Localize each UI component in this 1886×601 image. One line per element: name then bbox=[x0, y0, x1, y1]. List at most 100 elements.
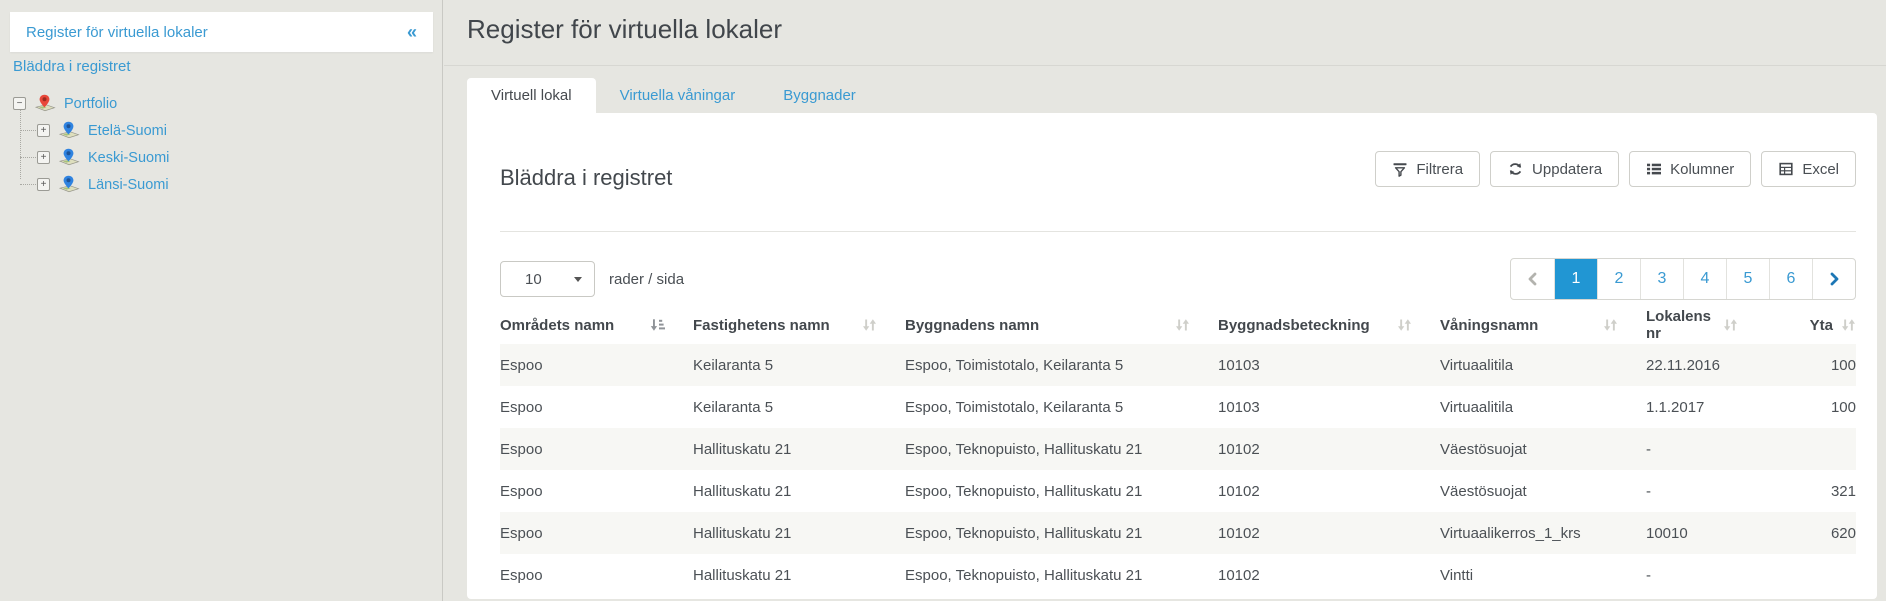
tab-virtuella-v-ningar[interactable]: Virtuella våningar bbox=[596, 78, 760, 113]
pagination-page-6[interactable]: 6 bbox=[1769, 259, 1812, 299]
tree-node-label[interactable]: Keski-Suomi bbox=[88, 150, 169, 166]
panel-head: Bläddra i registret FiltreraUppdateraKol… bbox=[500, 113, 1856, 191]
column-header-inner: Områdets namn bbox=[500, 317, 693, 334]
kolumner-button[interactable]: Kolumner bbox=[1629, 151, 1751, 187]
table-cell: Espoo, Toimistotalo, Keilaranta 5 bbox=[905, 344, 1218, 386]
table-cell: Keilaranta 5 bbox=[693, 386, 905, 428]
map-marker-blue-icon bbox=[57, 148, 81, 167]
tree-expander-plus[interactable]: + bbox=[37, 124, 50, 137]
table-cell: Hallituskatu 21 bbox=[693, 554, 905, 596]
controls-row: 10 rader / sida 123456 bbox=[500, 258, 1856, 300]
table-cell: 10102 bbox=[1218, 512, 1440, 554]
column-header-v-ningsnamn[interactable]: Våningsnamn bbox=[1440, 306, 1646, 344]
tab-virtuell-lokal[interactable]: Virtuell lokal bbox=[467, 78, 596, 113]
tab-bar: Virtuell lokalVirtuella våningarByggnade… bbox=[467, 78, 1886, 113]
column-header-label: Yta bbox=[1810, 317, 1833, 334]
sidebar-title: Register för virtuella lokaler bbox=[26, 24, 208, 41]
table-row[interactable]: EspooHallituskatu 21Espoo, Teknopuisto, … bbox=[500, 470, 1856, 512]
sidebar-header: Register för virtuella lokaler « bbox=[10, 12, 433, 52]
table-cell bbox=[1766, 428, 1856, 470]
column-header-omr-dets-namn[interactable]: Områdets namn bbox=[500, 306, 693, 344]
table-cell: Espoo bbox=[500, 512, 693, 554]
sort-both-icon bbox=[1723, 318, 1738, 332]
tab-byggnader[interactable]: Byggnader bbox=[759, 78, 880, 113]
sort-both-icon bbox=[862, 318, 877, 332]
table-cell: Virtuaalikerros_1_krs bbox=[1440, 512, 1646, 554]
column-header-label: Byggnadsbeteckning bbox=[1218, 317, 1370, 334]
pagination-page-5[interactable]: 5 bbox=[1726, 259, 1769, 299]
refresh-icon bbox=[1507, 161, 1524, 177]
column-header-label: Områdets namn bbox=[500, 317, 614, 334]
filtrera-button[interactable]: Filtrera bbox=[1375, 151, 1480, 187]
pagination-page-1[interactable]: 1 bbox=[1554, 259, 1597, 299]
tree-node-label[interactable]: Etelä-Suomi bbox=[88, 123, 167, 139]
table-row[interactable]: EspooHallituskatu 21Espoo, Teknopuisto, … bbox=[500, 428, 1856, 470]
map-marker-blue-icon bbox=[57, 175, 81, 194]
sort-both-icon bbox=[1603, 318, 1618, 332]
table-cell: Espoo bbox=[500, 386, 693, 428]
column-header-lokalens-nr[interactable]: Lokalens nr bbox=[1646, 306, 1766, 344]
button-label: Excel bbox=[1802, 161, 1839, 178]
pagination-prev-button[interactable] bbox=[1511, 259, 1554, 299]
column-header-fastighetens-namn[interactable]: Fastighetens namn bbox=[693, 306, 905, 344]
tree-node-keski-suomi: + Keski-Suomi bbox=[37, 144, 169, 171]
column-header-yta[interactable]: Yta bbox=[1766, 306, 1856, 344]
table-cell: 10103 bbox=[1218, 386, 1440, 428]
column-header-byggnadsbeteckning[interactable]: Byggnadsbeteckning bbox=[1218, 306, 1440, 344]
table-wrap: Områdets namn Fastighetens namn Byggnadens… bbox=[500, 306, 1856, 596]
rows-per-page-select[interactable]: 10 bbox=[500, 261, 595, 297]
tree-expander-plus[interactable]: + bbox=[37, 151, 50, 164]
table-row[interactable]: EspooKeilaranta 5Espoo, Toimistotalo, Ke… bbox=[500, 386, 1856, 428]
table-cell: 10102 bbox=[1218, 428, 1440, 470]
table-row[interactable]: EspooHallituskatu 21Espoo, Teknopuisto, … bbox=[500, 512, 1856, 554]
collapse-sidebar-icon[interactable]: « bbox=[407, 23, 417, 41]
tree-node-label[interactable]: Länsi-Suomi bbox=[88, 177, 169, 193]
browse-register-link[interactable]: Bläddra i registret bbox=[13, 58, 131, 75]
pagination-page-3[interactable]: 3 bbox=[1640, 259, 1683, 299]
tree-expander-minus[interactable]: − bbox=[13, 97, 26, 110]
column-header-inner: Våningsnamn bbox=[1440, 317, 1646, 334]
table-cell: Vintti bbox=[1440, 554, 1646, 596]
table-cell: Espoo, Teknopuisto, Hallituskatu 21 bbox=[905, 428, 1218, 470]
excel-button[interactable]: Excel bbox=[1761, 151, 1856, 187]
divider bbox=[500, 231, 1856, 232]
pagination-page-2[interactable]: 2 bbox=[1597, 259, 1640, 299]
table-cell: Espoo bbox=[500, 428, 693, 470]
excel-table-icon bbox=[1778, 161, 1794, 177]
table-cell: Virtuaalitila bbox=[1440, 344, 1646, 386]
page-title: Register för virtuella lokaler bbox=[467, 14, 1886, 45]
tree-expander-plus[interactable]: + bbox=[37, 178, 50, 191]
table-cell: Espoo, Teknopuisto, Hallituskatu 21 bbox=[905, 512, 1218, 554]
pagination-next-button[interactable] bbox=[1812, 259, 1855, 299]
table-cell: 10103 bbox=[1218, 344, 1440, 386]
pagination-page-4[interactable]: 4 bbox=[1683, 259, 1726, 299]
button-label: Uppdatera bbox=[1532, 161, 1602, 178]
table-cell: 10010 bbox=[1646, 512, 1766, 554]
navigation-tree: − Portfolio + Etelä-Suomi + Keski-Suomi + Län… bbox=[13, 90, 169, 198]
tree-node-l-nsi-suomi: + Länsi-Suomi bbox=[37, 171, 169, 198]
columns-list-icon bbox=[1646, 161, 1662, 177]
chevron-right-icon bbox=[1829, 272, 1840, 286]
column-header-inner: Lokalens nr bbox=[1646, 308, 1766, 342]
table-cell: 100 bbox=[1766, 386, 1856, 428]
column-header-label: Fastighetens namn bbox=[693, 317, 830, 334]
button-label: Filtrera bbox=[1416, 161, 1463, 178]
table-cell: Espoo, Teknopuisto, Hallituskatu 21 bbox=[905, 470, 1218, 512]
table-row[interactable]: EspooKeilaranta 5Espoo, Toimistotalo, Ke… bbox=[500, 344, 1856, 386]
table-cell: Hallituskatu 21 bbox=[693, 512, 905, 554]
table-head: Områdets namn Fastighetens namn Byggnadens… bbox=[500, 306, 1856, 344]
table-cell: Espoo, Teknopuisto, Hallituskatu 21 bbox=[905, 554, 1218, 596]
table-cell bbox=[1766, 554, 1856, 596]
uppdatera-button[interactable]: Uppdatera bbox=[1490, 151, 1619, 187]
table-cell: Hallituskatu 21 bbox=[693, 428, 905, 470]
table-cell: 10102 bbox=[1218, 554, 1440, 596]
main-content: Register för virtuella lokaler Virtuell … bbox=[444, 0, 1886, 601]
column-header-label: Våningsnamn bbox=[1440, 317, 1538, 334]
table-cell: 620 bbox=[1766, 512, 1856, 554]
tree-node-label[interactable]: Portfolio bbox=[64, 96, 117, 112]
map-marker-red-icon bbox=[33, 94, 57, 113]
column-header-byggnadens-namn[interactable]: Byggnadens namn bbox=[905, 306, 1218, 344]
table-body: EspooKeilaranta 5Espoo, Toimistotalo, Ke… bbox=[500, 344, 1856, 596]
page-size-control: 10 rader / sida bbox=[500, 261, 684, 297]
table-row[interactable]: EspooHallituskatu 21Espoo, Teknopuisto, … bbox=[500, 554, 1856, 596]
